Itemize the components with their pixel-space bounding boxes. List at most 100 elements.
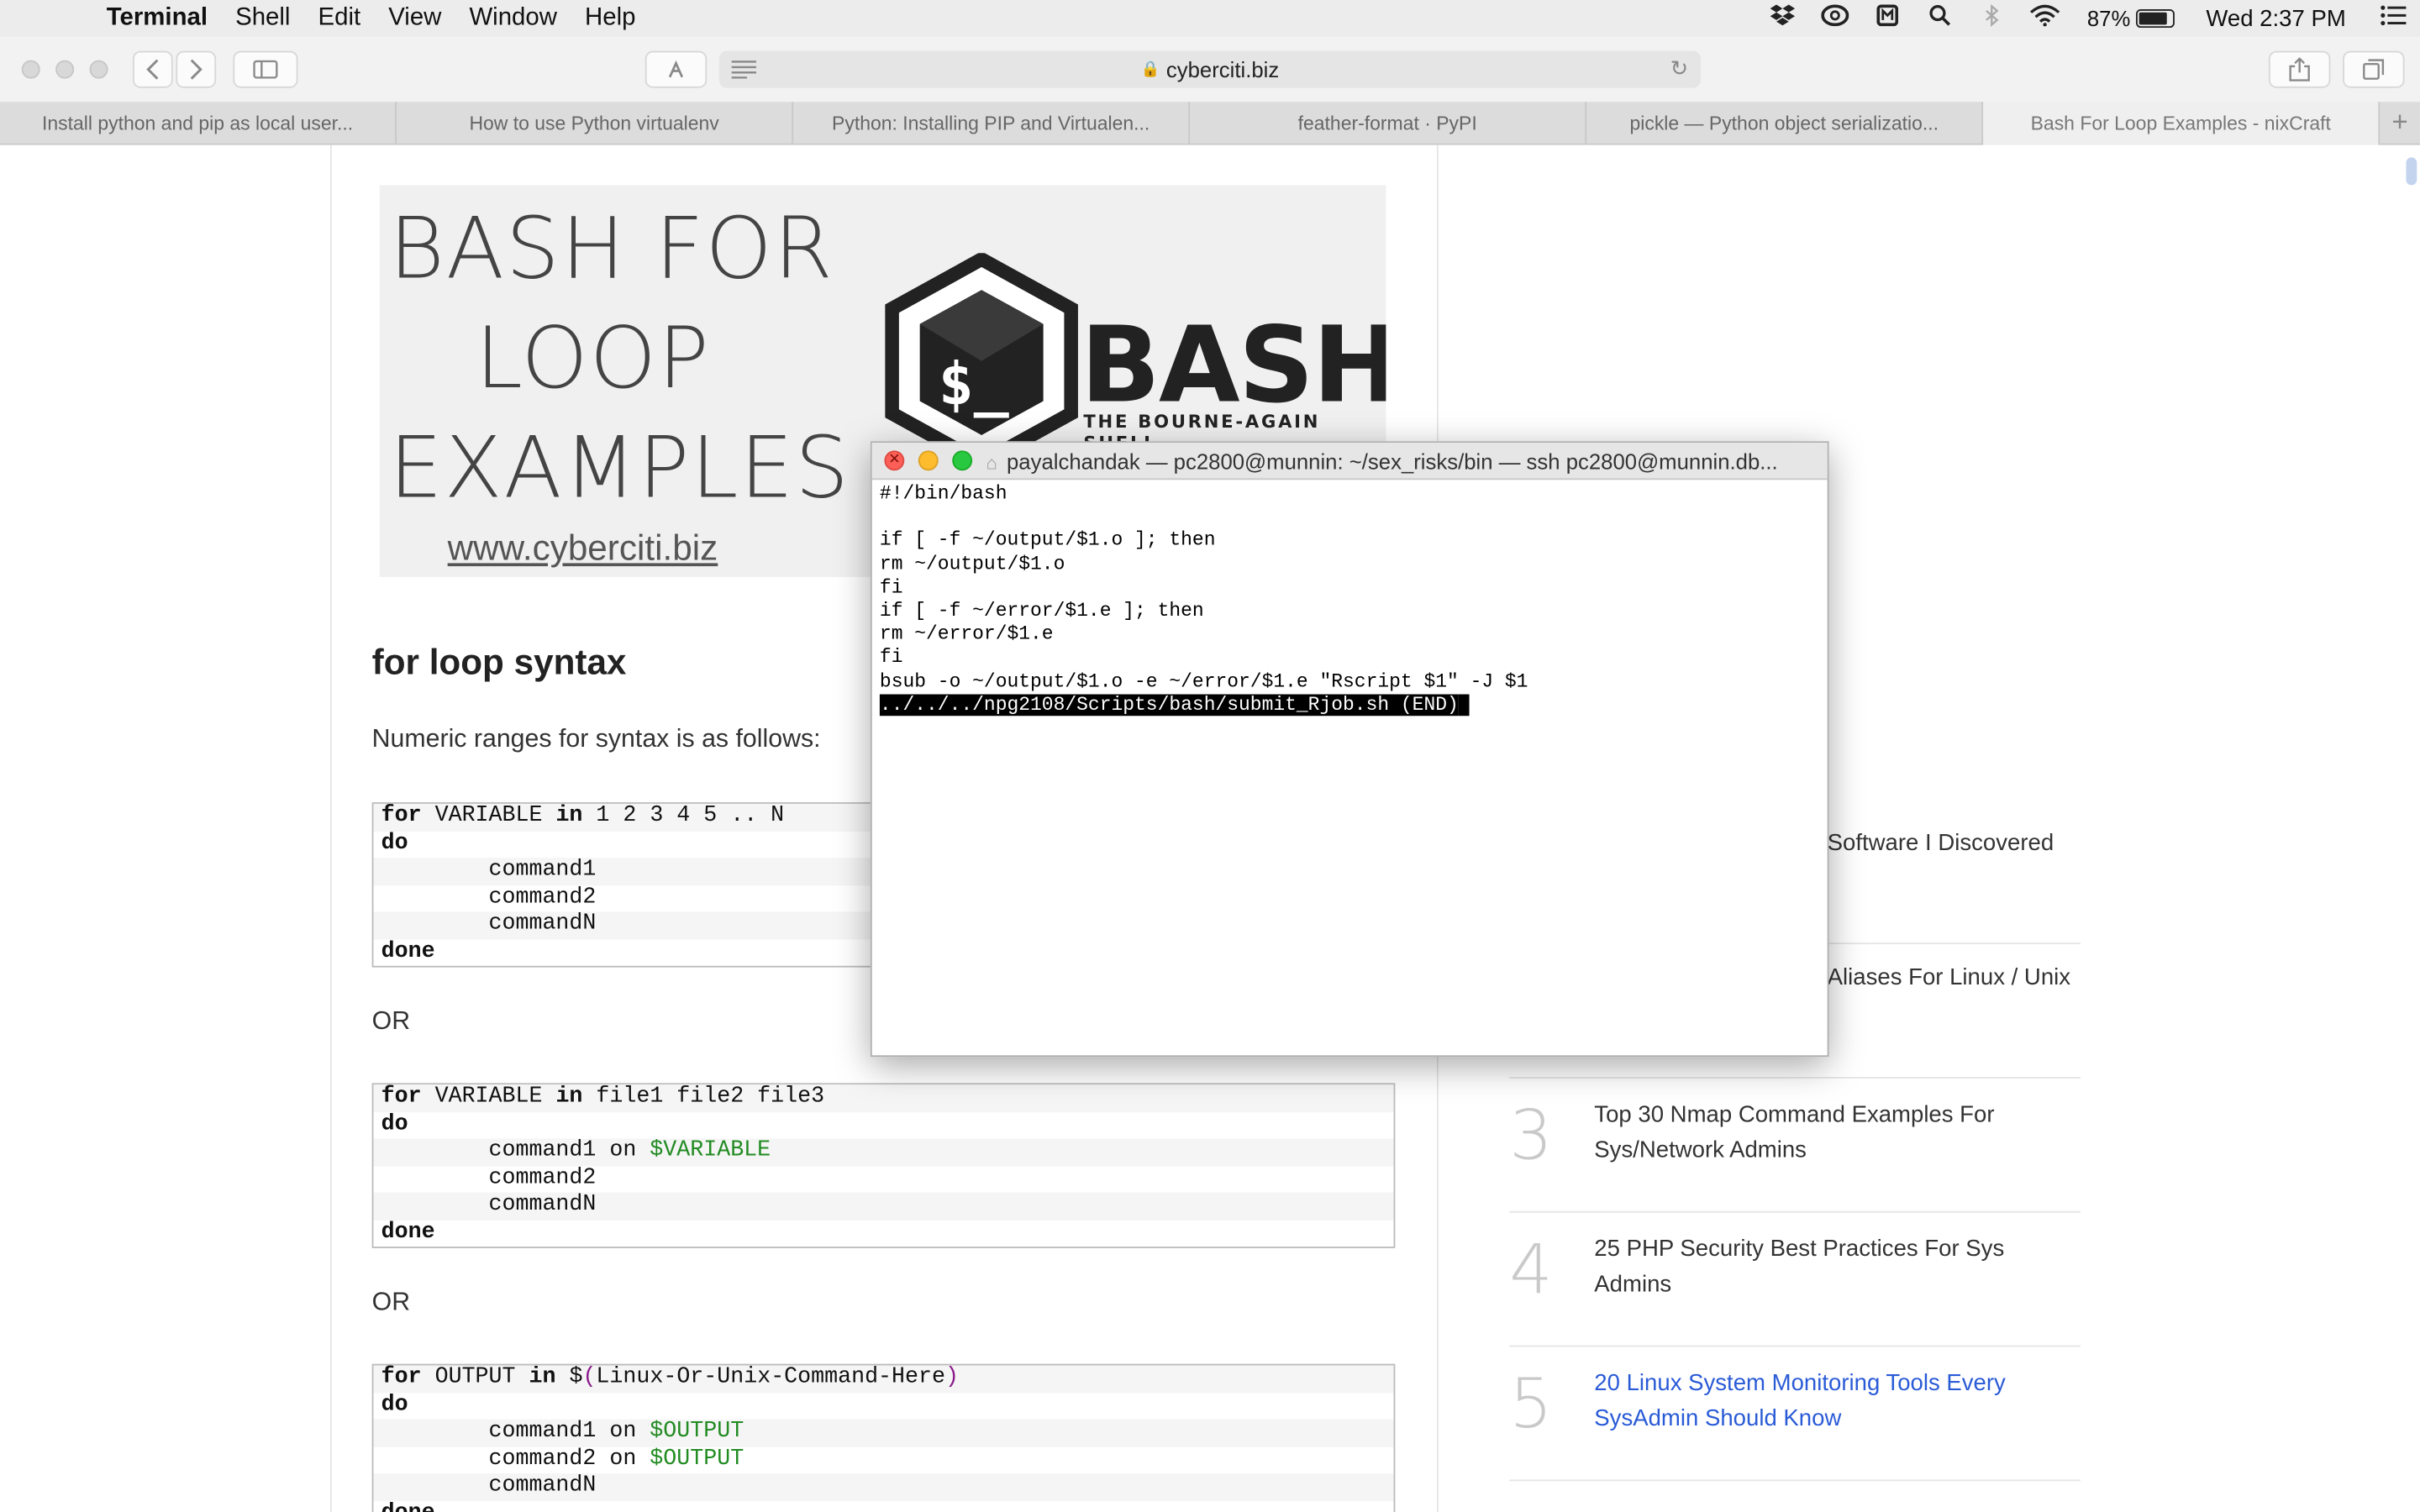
terminal-cursor	[1458, 693, 1470, 716]
screen: Terminal Shell Edit View Window Help 87%…	[0, 0, 2420, 1512]
status-area: 87% Wed 2:37 PM	[1757, 0, 2420, 37]
show-tabs-button[interactable]	[2343, 50, 2405, 88]
tab-installing-pip[interactable]: Python: Installing PIP and Virtualen...	[793, 102, 1191, 145]
sidebar-item-title-link[interactable]: 20 Linux System Monitoring Tools Every S…	[1594, 1365, 2081, 1436]
sidebar-item-1-fragment[interactable]: Software I Discovered	[1828, 830, 2054, 856]
notification-center-icon[interactable]	[2367, 5, 2419, 33]
code-line: command1 on $OUTPUT	[373, 1419, 1394, 1446]
hero-site-url: www.cyberciti.biz	[447, 528, 718, 568]
terminal-pager-status-line: ../../../npg2108/Scripts/bash/submit_Rjo…	[879, 693, 1820, 717]
pager-status-text: ../../../npg2108/Scripts/bash/submit_Rjo…	[879, 694, 1459, 717]
sidebar-item-5[interactable]: 5 20 Linux System Monitoring Tools Every…	[1509, 1347, 2081, 1482]
sidebar-item-title[interactable]: Top 30 Nmap Command Examples For Sys/Net…	[1594, 1097, 2081, 1168]
terminal-title-bar[interactable]: ⌂ payalchandak — pc2800@munnin: ~/sex_ris…	[871, 443, 1828, 480]
bash-logo-word: BASH	[1080, 305, 1386, 428]
terminal-window[interactable]: ⌂ payalchandak — pc2800@munnin: ~/sex_ris…	[870, 441, 1829, 1058]
sidebar-toggle-button[interactable]	[233, 50, 298, 88]
terminal-title: ⌂ payalchandak — pc2800@munnin: ~/sex_ris…	[986, 449, 1815, 473]
terminal-minimize-button[interactable]	[918, 450, 939, 471]
reader-view-icon[interactable]	[731, 60, 756, 79]
code-line: command2 on $OUTPUT	[381, 1446, 744, 1472]
forward-button[interactable]	[176, 50, 217, 88]
terminal-line: rm ~/output/$1.o	[879, 553, 1065, 575]
tab-bash-for-loop[interactable]: Bash For Loop Examples - nixCraft	[1983, 102, 2381, 145]
tab-feather-format[interactable]: feather-format · PyPI	[1190, 102, 1587, 145]
zoom-window-button[interactable]	[89, 60, 108, 79]
address-bar[interactable]: 🔒 cyberciti.biz ↻	[718, 50, 1702, 88]
new-tab-button[interactable]: +	[2380, 102, 2420, 144]
hero-line-2: LOOP	[475, 308, 711, 407]
code-line: command2	[381, 1165, 597, 1191]
menu-view[interactable]: View	[375, 5, 455, 33]
battery-level-fill	[2139, 12, 2167, 25]
creative-cloud-icon[interactable]	[1809, 4, 1861, 33]
section-heading: for loop syntax	[371, 642, 627, 682]
code-block-2: for VARIABLE in file1 file2 file3 do comm…	[371, 1083, 1396, 1248]
battery-indicator[interactable]: 87%	[2072, 6, 2191, 31]
bash-logo-icon: $_	[885, 253, 1078, 470]
extension-button[interactable]	[644, 50, 708, 88]
terminal-zoom-button[interactable]	[952, 450, 973, 471]
terminal-line: fi	[879, 647, 903, 669]
share-button[interactable]	[2268, 50, 2331, 88]
terminal-line: if [ -f ~/error/$1.e ]; then	[879, 600, 1204, 622]
close-window-button[interactable]	[21, 60, 40, 79]
menu-shell[interactable]: Shell	[222, 5, 304, 33]
tabs-overview-icon	[2363, 59, 2385, 80]
tab-python-virtualenv[interactable]: How to use Python virtualenv	[397, 102, 794, 145]
code-line: commandN	[373, 1473, 1394, 1501]
terminal-line: bsub -o ~/output/$1.o -e ~/error/$1.e "R…	[879, 670, 1528, 692]
hero-line-1: BASH FOR	[388, 198, 834, 298]
content-divider-left	[330, 144, 332, 1512]
hero-line-3: EXAMPLES	[388, 417, 850, 517]
terminal-title-text: payalchandak — pc2800@munnin: ~/sex_risk…	[1006, 448, 1778, 473]
terminal-line: if [ -f ~/output/$1.o ]; then	[879, 529, 1216, 552]
sidebar-item-4[interactable]: 4 25 PHP Security Best Practices For Sys…	[1509, 1213, 2081, 1347]
menu-window[interactable]: Window	[455, 5, 571, 33]
menu-edit[interactable]: Edit	[304, 5, 375, 33]
sidebar-item-2-fragment[interactable]: Aliases For Linux / Unix	[1828, 964, 2070, 990]
code-line: done	[373, 1500, 1393, 1512]
terminal-line: #!/bin/bash	[879, 482, 1007, 505]
menu-app-name[interactable]: Terminal	[92, 5, 221, 33]
hero-title: BASH FOR LOOP EXAMPLES	[389, 194, 852, 522]
wifi-icon[interactable]	[2019, 4, 2071, 33]
terminal-close-button[interactable]	[884, 448, 905, 471]
sidebar-divider	[1827, 942, 2081, 945]
menu-bar: Terminal Shell Edit View Window Help 87%…	[0, 0, 2420, 38]
code-line: do	[381, 1111, 408, 1137]
page-scrollbar[interactable]	[2406, 157, 2417, 186]
tab-install-python[interactable]: Install python and pip as local user...	[0, 102, 397, 145]
code-block-3: for OUTPUT in $(Linux-Or-Unix-Command-He…	[371, 1363, 1396, 1512]
menu-clock[interactable]: Wed 2:37 PM	[2191, 5, 2368, 31]
spotlight-search-icon[interactable]	[1914, 5, 1966, 33]
minimize-window-button[interactable]	[55, 60, 75, 79]
bluetooth-icon[interactable]	[1967, 3, 2019, 34]
url-text: cyberciti.biz	[1165, 56, 1280, 82]
sidebar-item-number: 3	[1509, 1096, 1553, 1176]
sidebar-item-number: 4	[1509, 1231, 1553, 1310]
terminal-line: rm ~/error/$1.e	[879, 623, 1054, 645]
chevron-right-icon	[190, 59, 203, 80]
battery-icon	[2136, 9, 2175, 29]
code-line: commandN	[373, 1192, 1394, 1220]
tab-bar: Install python and pip as local user... …	[0, 102, 2420, 145]
battery-percent: 87%	[2086, 6, 2131, 31]
back-button[interactable]	[132, 50, 173, 88]
tab-pickle[interactable]: pickle — Python object serializatio...	[1586, 102, 1984, 145]
app-m-icon[interactable]	[1862, 4, 1914, 33]
intro-paragraph: Numeric ranges for syntax is as follows:	[371, 725, 821, 753]
reload-icon[interactable]: ↻	[1670, 55, 1689, 81]
sidebar-item-title[interactable]: 25 PHP Security Best Practices For Sys A…	[1594, 1231, 2081, 1302]
sidebar-item-3[interactable]: 3 Top 30 Nmap Command Examples For Sys/N…	[1509, 1079, 2081, 1213]
terminal-content[interactable]: #!/bin/bash if [ -f ~/output/$1.o ]; then…	[872, 480, 1828, 720]
sidebar-icon	[253, 60, 278, 79]
terminal-line: fi	[879, 576, 903, 599]
extension-icon	[668, 60, 684, 78]
code-line: for OUTPUT in $(Linux-Or-Unix-Command-He…	[373, 1365, 1394, 1393]
browser-toolbar: 🔒 cyberciti.biz ↻	[0, 37, 2420, 102]
dropbox-icon[interactable]	[1757, 4, 1809, 33]
menu-help[interactable]: Help	[571, 5, 649, 33]
home-folder-icon: ⌂	[986, 451, 997, 473]
